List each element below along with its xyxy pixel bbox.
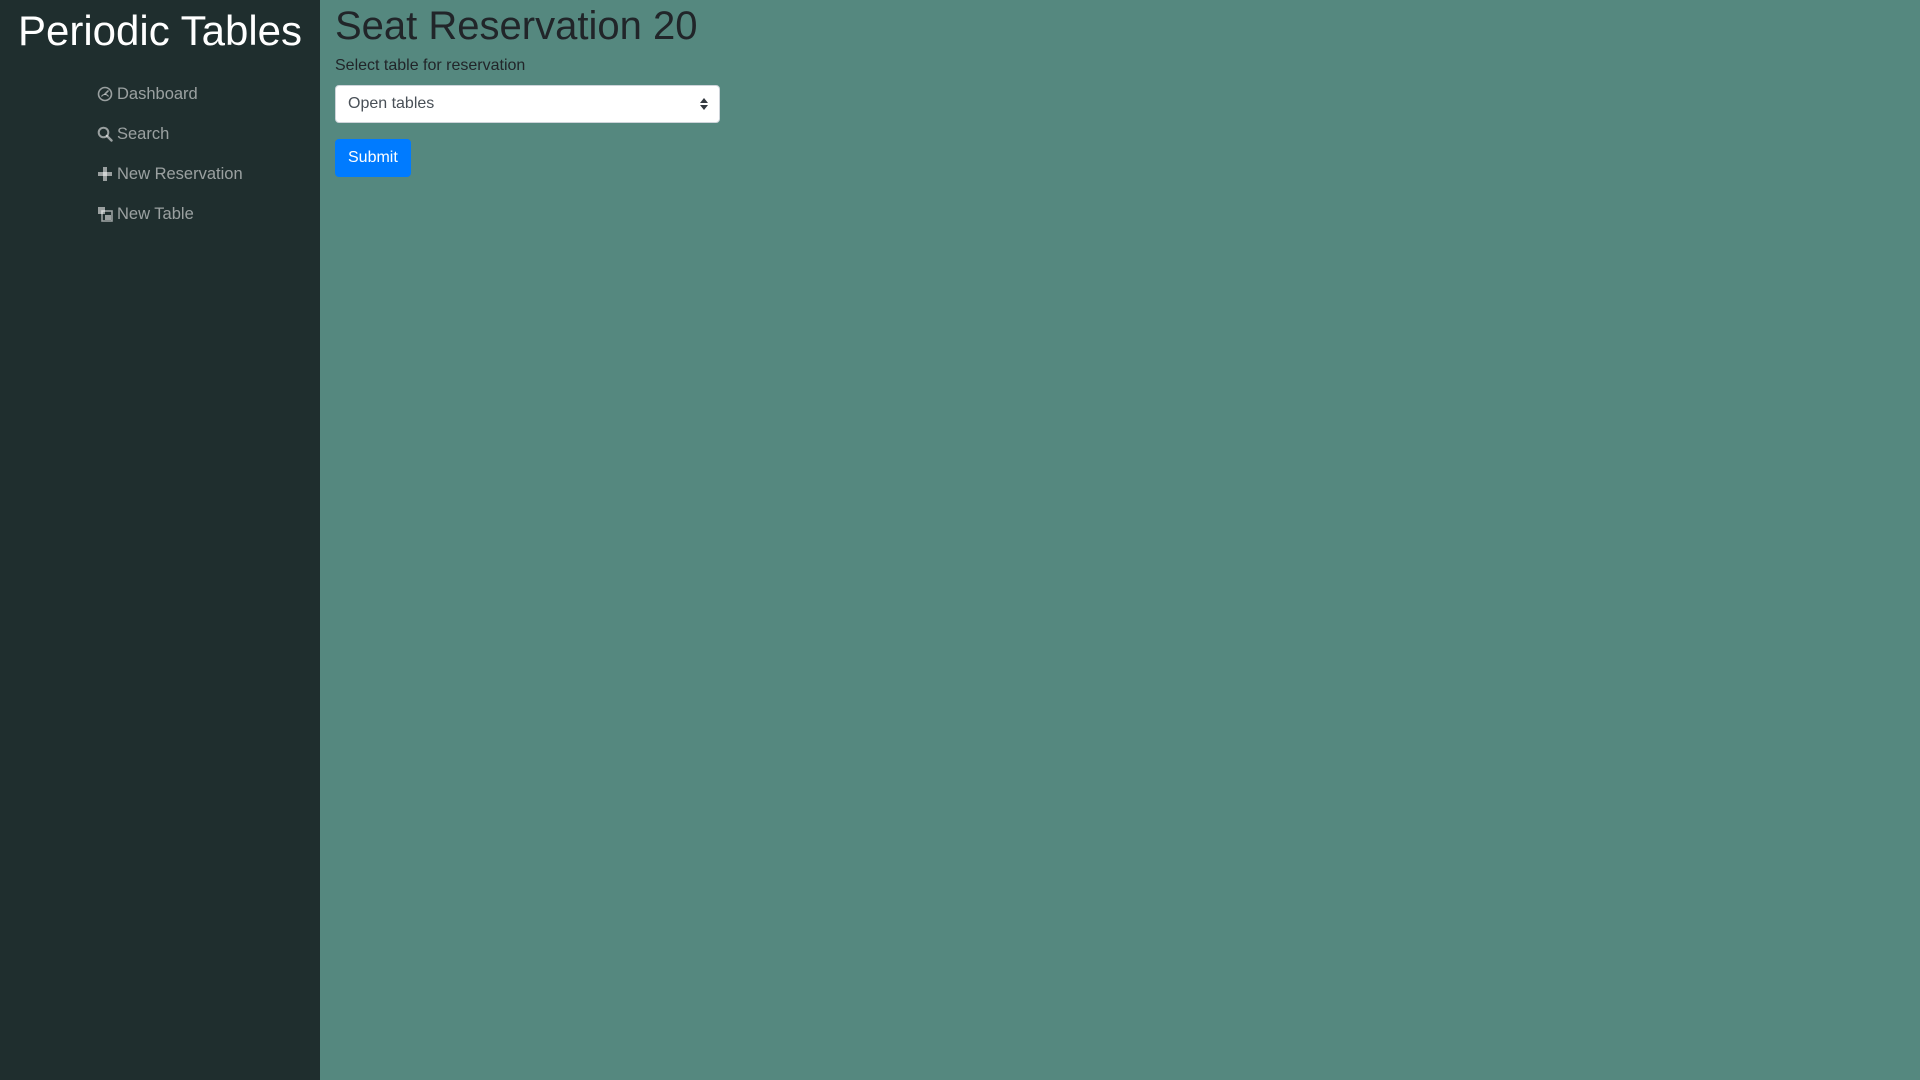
sidebar-item-label: New Reservation (117, 164, 243, 183)
dashboard-icon (96, 86, 113, 103)
submit-button[interactable]: Submit (335, 139, 411, 177)
main-content: Seat Reservation 20 Select table for res… (320, 0, 1920, 1080)
sidebar-item-new-reservation[interactable]: New Reservation (96, 154, 320, 194)
sidebar-item-dashboard[interactable]: Dashboard (96, 74, 320, 114)
sidebar-nav: Dashboard Search New Reservation New Tab… (0, 70, 320, 234)
search-icon (96, 126, 113, 143)
brand-title[interactable]: Periodic Tables (0, 0, 320, 70)
table-select-value: Open tables (348, 95, 435, 112)
table-select[interactable]: Open tables (335, 85, 720, 123)
sidebar-item-label: Search (117, 124, 170, 143)
app-layout: Periodic Tables Dashboard Search New Res… (0, 0, 1920, 1080)
sidebar: Periodic Tables Dashboard Search New Res… (0, 0, 320, 1080)
sidebar-item-label: New Table (117, 204, 194, 223)
select-caret-icon (700, 98, 708, 110)
sidebar-item-new-table[interactable]: New Table (96, 194, 320, 234)
table-select-label: Select table for reservation (335, 57, 526, 74)
table-icon (96, 206, 113, 223)
page-title: Seat Reservation 20 (335, 4, 698, 48)
sidebar-item-search[interactable]: Search (96, 114, 320, 154)
seat-form: Select table for reservation Open tables… (335, 57, 1920, 177)
sidebar-item-label: Dashboard (117, 84, 198, 103)
plus-icon (96, 166, 113, 183)
